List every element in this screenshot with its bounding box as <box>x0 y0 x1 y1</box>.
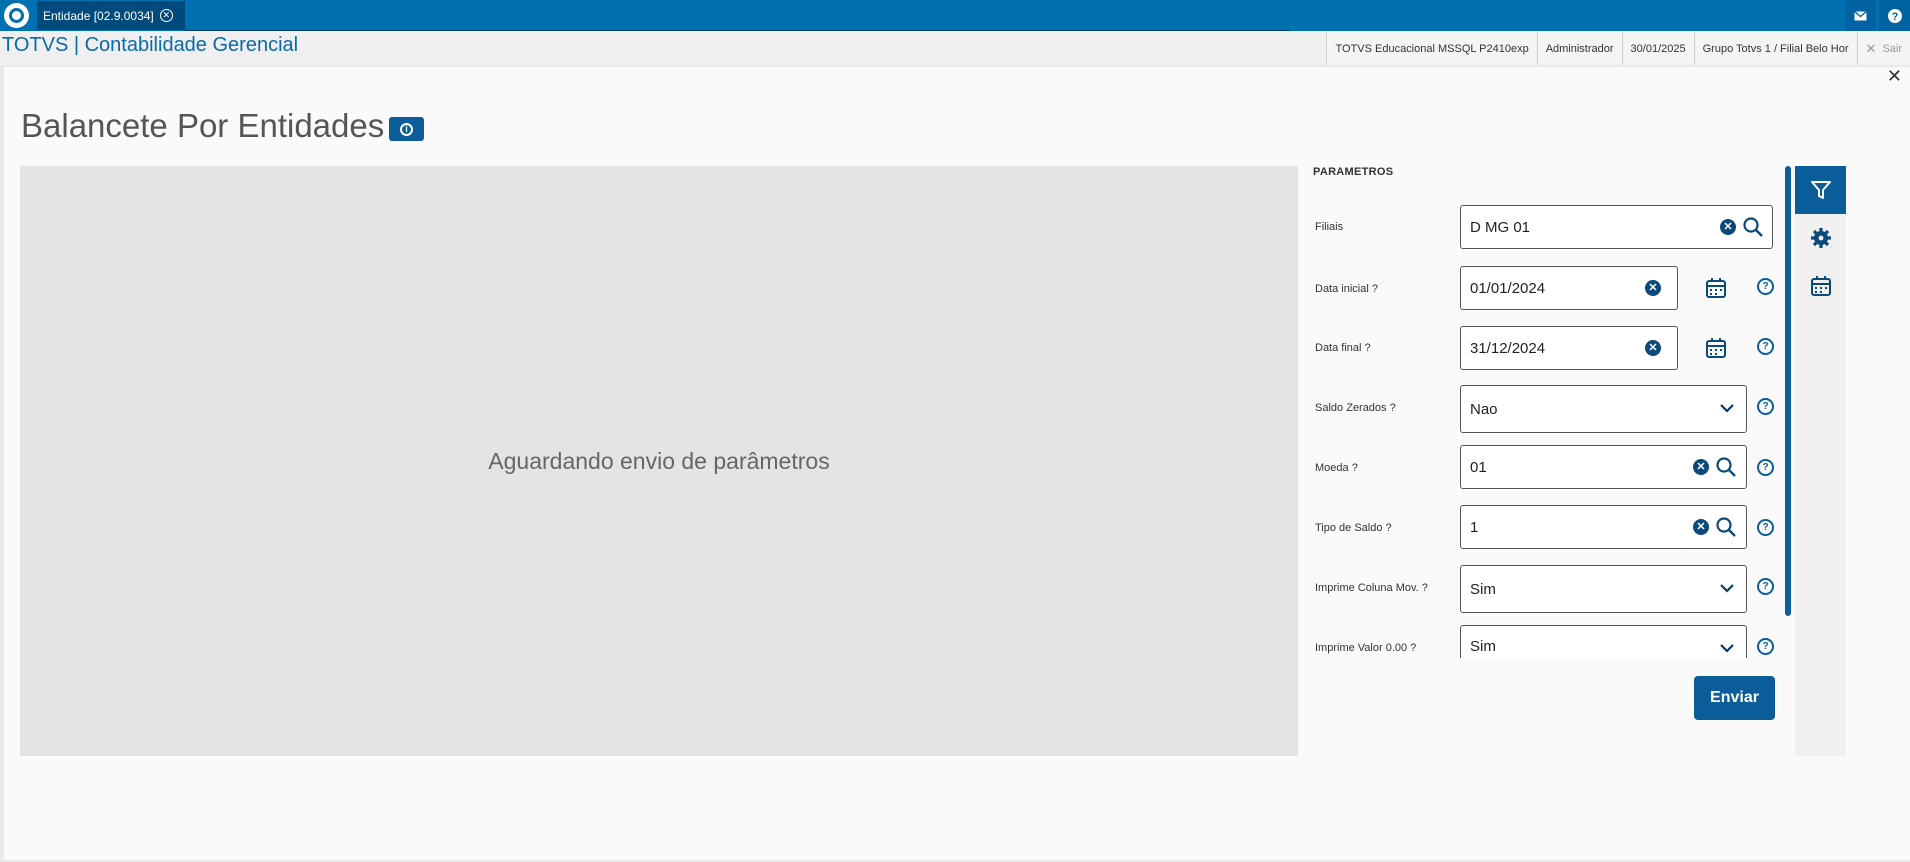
data-final-field[interactable]: 31/12/2024 ✕ <box>1460 326 1678 370</box>
totvs-logo-icon[interactable] <box>4 3 29 28</box>
search-icon[interactable] <box>1715 456 1737 478</box>
tab-label: Entidade [02.9.0034] <box>43 8 154 23</box>
data-inicial-value: 01/01/2024 <box>1470 279 1546 297</box>
page-title: Balancete Por Entidades <box>21 107 385 144</box>
top-bar: Entidade [02.9.0034] ✕ ? <box>0 0 1910 31</box>
status-user: Administrador <box>1536 33 1622 65</box>
status-environment: TOTVS Educacional MSSQL P2410exp <box>1326 33 1537 65</box>
moeda-label: Moeda ? <box>1315 462 1358 474</box>
imprime-coluna-select[interactable]: Sim <box>1460 565 1747 613</box>
saldo-zerados-label: Saldo Zerados ? <box>1315 402 1396 414</box>
help-icon[interactable]: ? <box>1879 0 1910 31</box>
tipo-saldo-field[interactable]: 1 ✕ <box>1460 505 1747 549</box>
report-preview: Aguardando envio de parâmetros <box>20 166 1298 756</box>
tipo-saldo-value: 1 <box>1470 518 1479 536</box>
enviar-button[interactable]: Enviar <box>1694 676 1775 720</box>
imprime-valor-select[interactable]: Sim <box>1460 625 1747 658</box>
calendar-icon <box>1810 276 1831 296</box>
imprime-coluna-value: Sim <box>1470 580 1496 598</box>
filiais-value: D MG 01 <box>1470 218 1531 236</box>
moeda-field[interactable]: 01 ✕ <box>1460 445 1747 489</box>
app-title: TOTVS | Contabilidade Gerencial <box>2 34 299 56</box>
moeda-value: 01 <box>1470 458 1487 476</box>
help-icon[interactable]: ? <box>1757 459 1774 476</box>
sair-label: Sair <box>1882 43 1902 55</box>
search-icon[interactable] <box>1715 516 1737 538</box>
data-final-label: Data final ? <box>1315 342 1371 354</box>
close-panel-icon[interactable]: ✕ <box>1887 66 1902 87</box>
imprime-valor-value: Sim <box>1470 638 1496 655</box>
help-icon[interactable]: ? <box>1757 519 1774 536</box>
parameters-title: PARAMETROS <box>1313 166 1394 178</box>
parameters-panel: PARAMETROS Filiais D MG 01 ✕ Data inicia… <box>1298 166 1784 756</box>
help-icon[interactable]: ? <box>1757 398 1774 415</box>
help-icon[interactable]: ? <box>1757 278 1774 295</box>
status-bar: TOTVS Educacional MSSQL P2410exp Adminis… <box>1326 33 1910 65</box>
right-toolbar <box>1795 166 1846 756</box>
preview-message: Aguardando envio de parâmetros <box>488 447 830 474</box>
clear-icon[interactable]: ✕ <box>1645 280 1661 296</box>
clear-icon[interactable]: ✕ <box>1720 219 1736 235</box>
saldo-zerados-value: Nao <box>1470 400 1498 418</box>
filiais-label: Filiais <box>1315 221 1344 233</box>
close-icon: ✕ <box>1865 41 1877 56</box>
chevron-down-icon <box>1720 644 1734 653</box>
filter-icon <box>1810 181 1831 199</box>
imprime-coluna-label: Imprime Coluna Mov. ? <box>1315 582 1428 594</box>
chevron-down-icon <box>1720 404 1734 413</box>
info-button[interactable]: i <box>389 117 424 141</box>
parameters-scrollbar[interactable] <box>1785 166 1791 616</box>
help-icon[interactable]: ? <box>1757 338 1774 355</box>
sair-button[interactable]: ✕ Sair <box>1856 33 1910 65</box>
filiais-field[interactable]: D MG 01 ✕ <box>1460 205 1773 249</box>
chevron-down-icon <box>1720 584 1734 593</box>
tab-entidade[interactable]: Entidade [02.9.0034] ✕ <box>37 1 185 30</box>
data-final-value: 31/12/2024 <box>1470 339 1546 357</box>
clear-icon[interactable]: ✕ <box>1693 459 1709 475</box>
svg-text:?: ? <box>1891 11 1898 23</box>
data-inicial-field[interactable]: 01/01/2024 ✕ <box>1460 266 1678 310</box>
status-date: 30/01/2025 <box>1621 33 1694 65</box>
tab-close-icon[interactable]: ✕ <box>159 9 173 22</box>
search-icon[interactable] <box>1742 216 1764 238</box>
calendar-icon[interactable] <box>1704 336 1728 360</box>
clear-icon[interactable]: ✕ <box>1693 519 1709 535</box>
data-inicial-label: Data inicial ? <box>1315 283 1378 295</box>
tipo-saldo-label: Tipo de Saldo ? <box>1315 522 1392 534</box>
help-icon[interactable]: ? <box>1757 578 1774 595</box>
settings-button[interactable] <box>1795 214 1846 262</box>
imprime-valor-label: Imprime Valor 0.00 ? <box>1315 642 1417 654</box>
help-icon[interactable]: ? <box>1757 638 1774 655</box>
mail-icon[interactable] <box>1845 0 1876 31</box>
filter-button[interactable] <box>1795 166 1846 214</box>
schedule-button[interactable] <box>1795 262 1846 310</box>
gear-icon <box>1810 228 1831 248</box>
clear-icon[interactable]: ✕ <box>1645 340 1661 356</box>
info-icon: i <box>400 122 413 136</box>
status-branch[interactable]: Grupo Totvs 1 / Filial Belo Hor <box>1693 33 1857 65</box>
saldo-zerados-select[interactable]: Nao <box>1460 385 1747 433</box>
calendar-icon[interactable] <box>1704 276 1728 300</box>
